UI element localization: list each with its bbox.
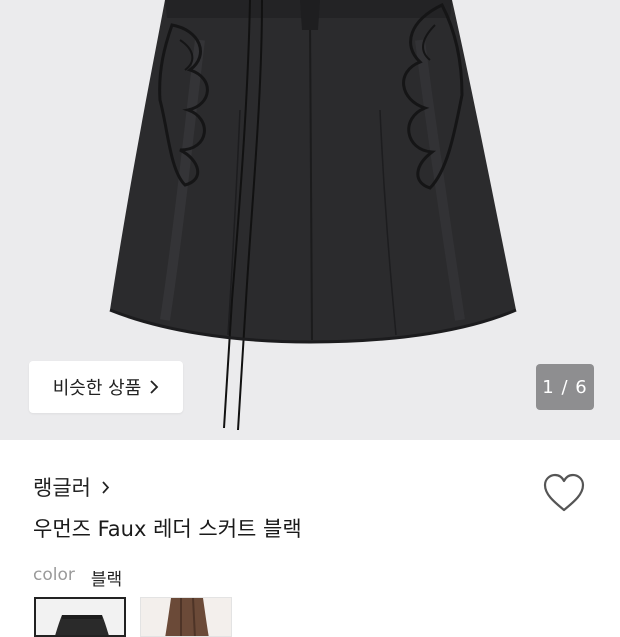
chevron-right-icon <box>150 380 159 394</box>
color-swatch-black[interactable] <box>34 597 126 637</box>
swatch-thumbnail <box>55 615 109 635</box>
brand-link[interactable]: 랭글러 <box>33 472 110 502</box>
wishlist-button[interactable] <box>541 472 587 514</box>
similar-products-label: 비슷한 상품 <box>52 378 142 399</box>
brand-name: 랭글러 <box>33 476 91 500</box>
image-counter: 1 / 6 <box>536 364 594 410</box>
chevron-right-icon <box>102 480 110 494</box>
color-value: 블랙 <box>90 570 123 590</box>
color-label: color <box>33 565 75 585</box>
heart-outline-icon <box>543 473 585 512</box>
product-image-gallery[interactable]: 비슷한 상품 1 / 6 <box>0 0 620 440</box>
color-option-row: color 블랙 <box>33 565 122 590</box>
swatch-thumbnail <box>165 598 209 636</box>
color-swatch-brown[interactable] <box>140 597 232 637</box>
similar-products-button[interactable]: 비슷한 상품 <box>29 361 183 413</box>
product-title: 우먼즈 Faux 레더 스커트 블랙 <box>33 517 302 541</box>
